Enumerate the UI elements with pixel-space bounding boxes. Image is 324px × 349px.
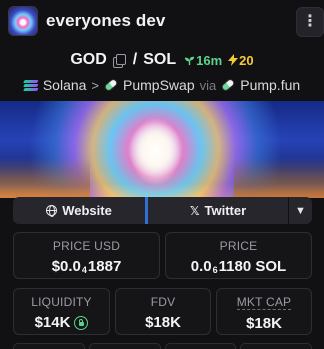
dex-link[interactable]: PumpSwap <box>123 77 195 93</box>
route-row: Solana > PumpSwap via Pump.fun <box>0 74 324 96</box>
price-usd-value: $0.0 4 1887 <box>51 258 122 275</box>
pair-quote-symbol: SOL <box>143 51 177 68</box>
twitter-label: Twitter <box>204 203 247 218</box>
solana-icon <box>23 79 39 91</box>
liquidity-label: LIQUIDITY <box>31 295 92 309</box>
token-logo <box>8 6 38 36</box>
mkt-cap-label[interactable]: MKT CAP <box>236 296 292 310</box>
pair-base-symbol: GOD <box>70 51 107 68</box>
liquidity-card: LIQUIDITY $14K <box>13 288 110 335</box>
pair-age-badge: 16m <box>184 53 222 68</box>
pumpfun-icon <box>220 77 237 93</box>
token-name: everyones dev <box>46 11 166 30</box>
sprout-icon <box>185 56 195 65</box>
launchpad-link[interactable]: Pump.fun <box>240 77 300 93</box>
chain-link[interactable]: Solana <box>43 77 87 93</box>
stats-card-peek <box>88 343 161 349</box>
globe-icon <box>46 205 58 217</box>
boost-badge[interactable]: 20 <box>228 52 254 68</box>
via-label: via <box>199 77 217 93</box>
copy-icon[interactable] <box>112 54 126 68</box>
liquidity-lock-icon[interactable] <box>74 315 89 330</box>
pumpswap-icon <box>103 77 119 93</box>
price-native-value: 0.0 6 1180 SOL <box>190 258 287 275</box>
mkt-cap-value: $18K <box>246 315 282 332</box>
price-native-label: PRICE <box>219 239 258 253</box>
more-links-button[interactable]: ▼ <box>288 197 312 224</box>
token-banner-image <box>0 101 324 198</box>
pair-separator: / <box>132 51 138 68</box>
pair-age-value: 16m <box>196 52 223 68</box>
stats-card-peek <box>240 343 312 349</box>
stats-card-peek <box>164 343 237 349</box>
next-stats-row <box>13 343 312 349</box>
social-links-row: Website 𝕏 Twitter ▼ <box>13 197 312 224</box>
token-header: everyones dev ⋮ <box>0 0 324 42</box>
boost-count: 20 <box>239 52 254 68</box>
lightning-icon <box>228 54 239 66</box>
website-label: Website <box>62 203 112 218</box>
website-button[interactable]: Website <box>13 197 148 224</box>
fdv-label: FDV <box>150 295 176 309</box>
price-usd-card: PRICE USD $0.0 4 1887 <box>13 232 160 279</box>
route-arrow: > <box>91 77 100 93</box>
price-native-card: PRICE 0.0 6 1180 SOL <box>165 232 312 279</box>
twitter-button[interactable]: 𝕏 Twitter <box>148 197 288 224</box>
stats-card-peek <box>13 343 85 349</box>
fdv-card: FDV $18K <box>115 288 211 335</box>
price-usd-label: PRICE USD <box>52 239 121 253</box>
fdv-value: $18K <box>145 314 181 331</box>
pair-row: GOD / SOL 16m 20 <box>0 48 324 72</box>
chevron-down-icon: ▼ <box>295 204 306 217</box>
more-vertical-icon: ⋮ <box>302 13 318 30</box>
x-logo-icon: 𝕏 <box>189 203 200 218</box>
liquidity-value: $14K <box>14 314 109 331</box>
more-menu-button[interactable]: ⋮ <box>296 7 324 37</box>
mkt-cap-card: MKT CAP $18K <box>216 288 312 335</box>
